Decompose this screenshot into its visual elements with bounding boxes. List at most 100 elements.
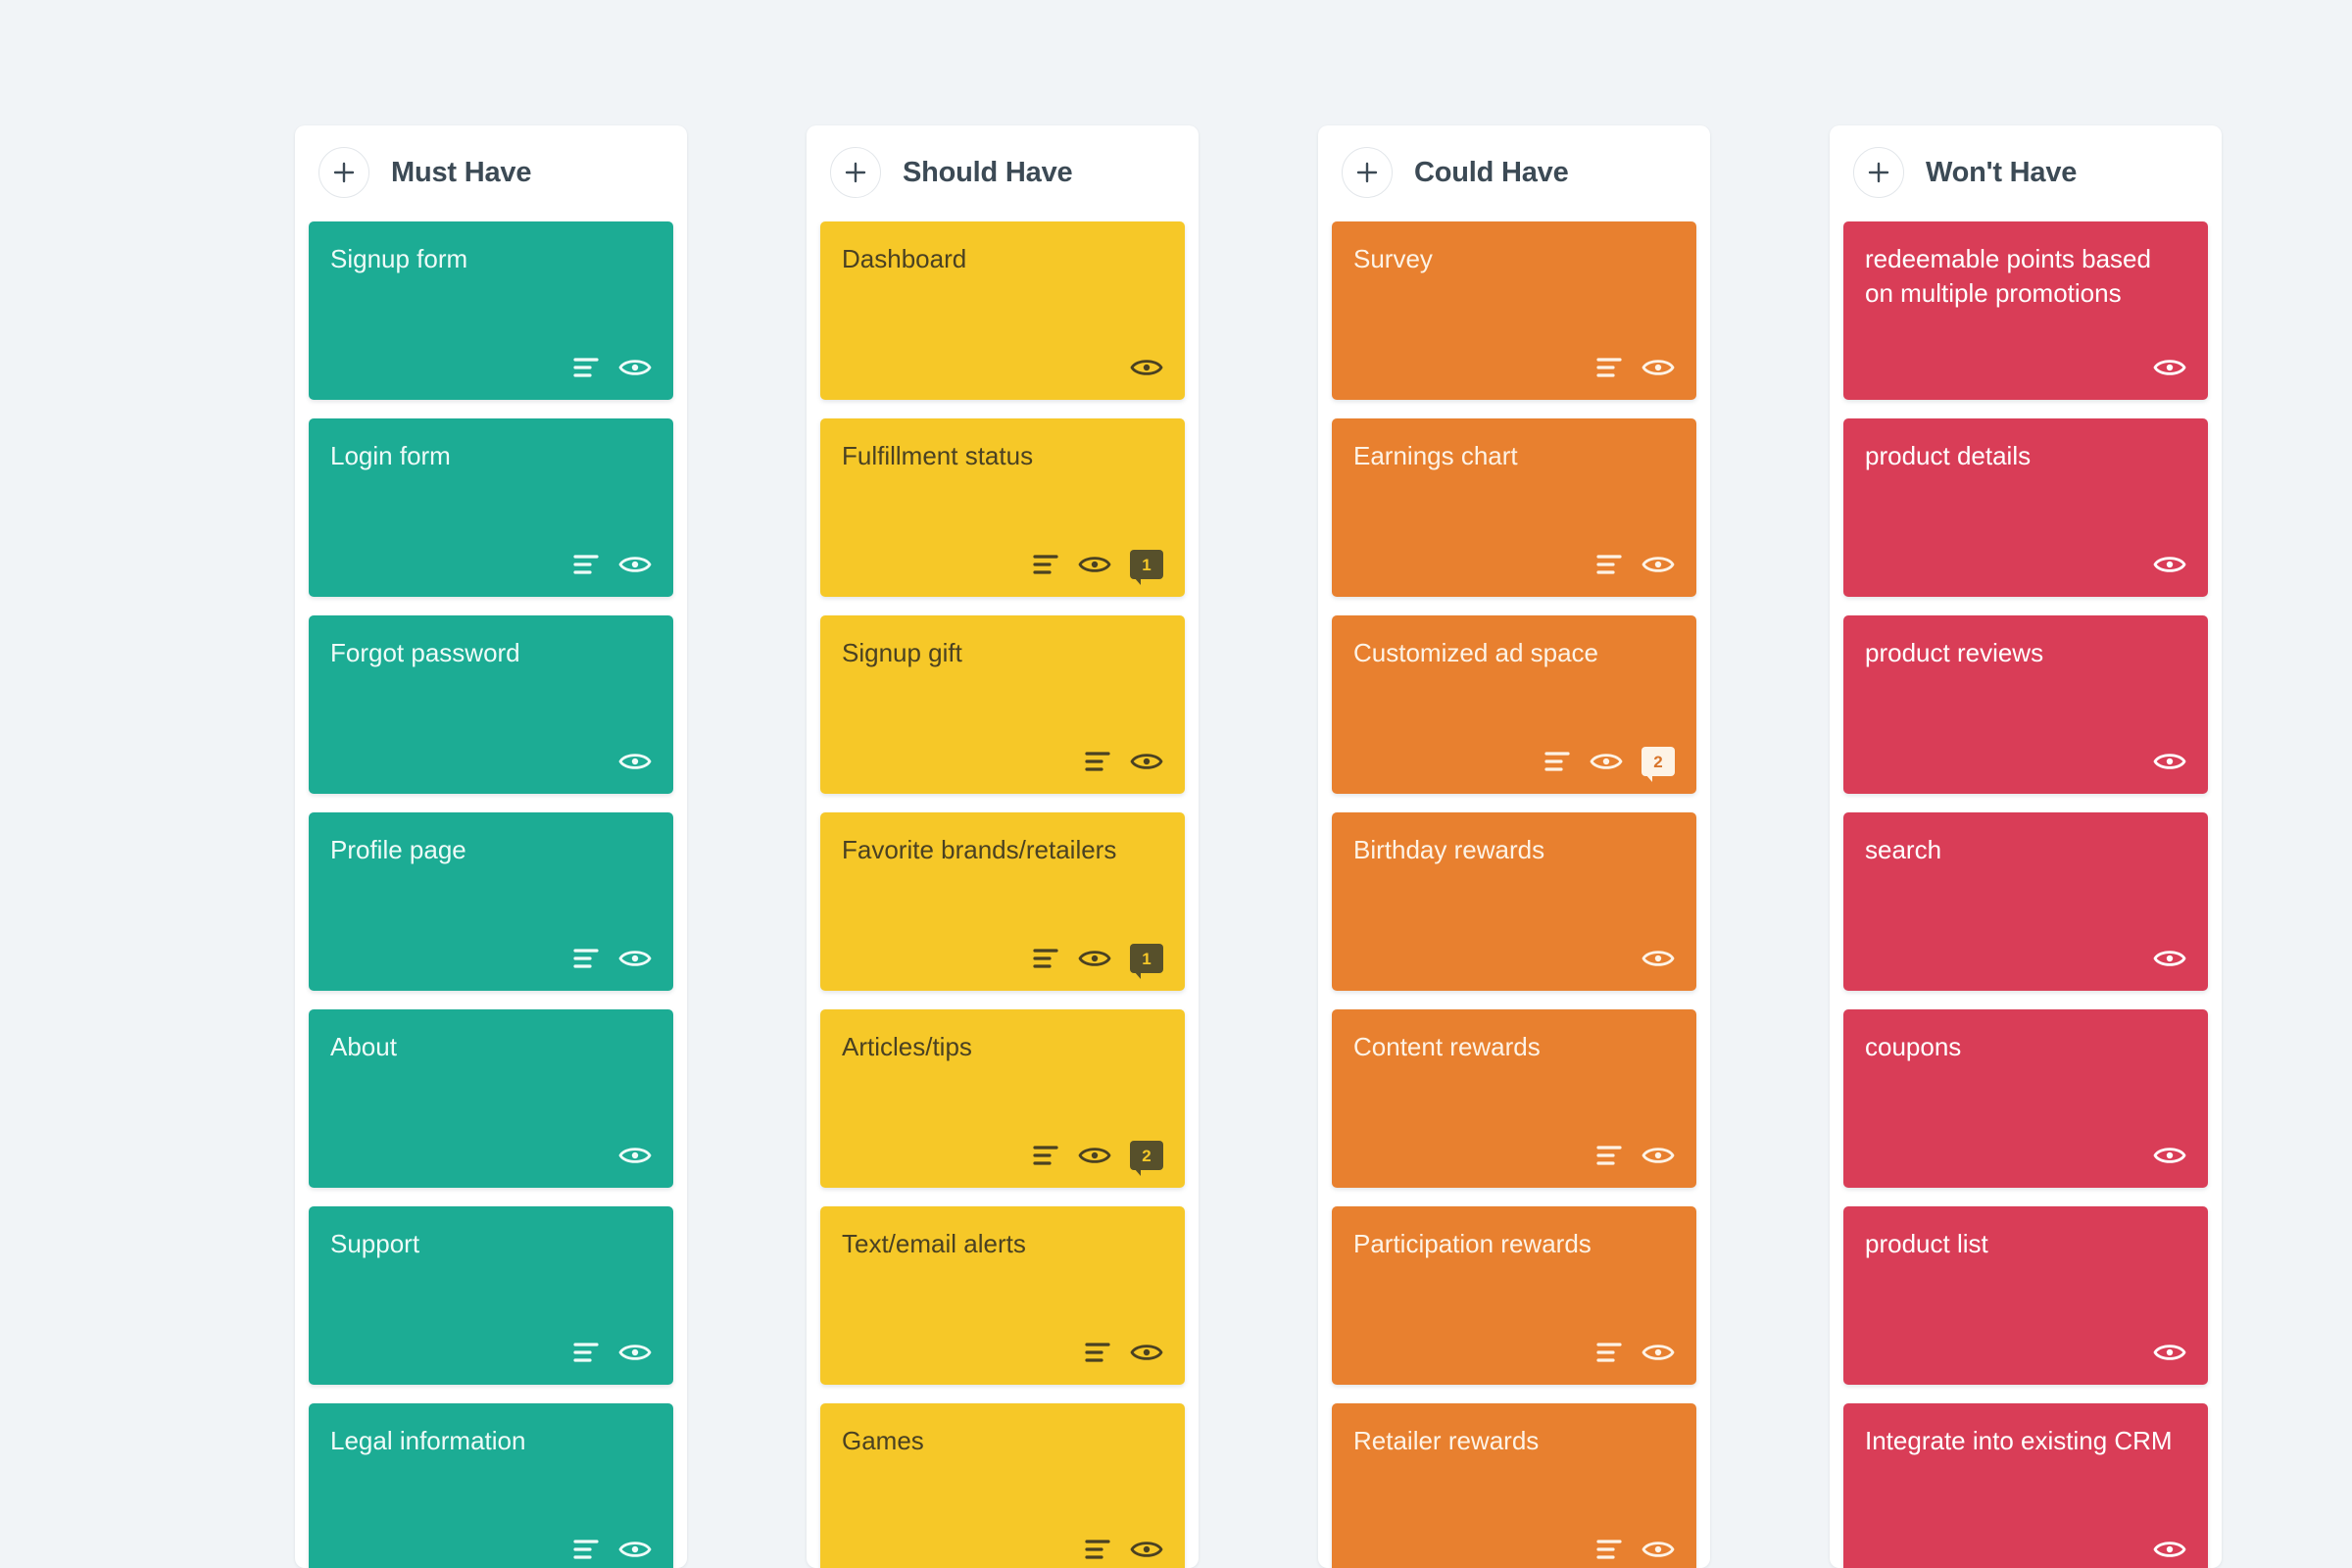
eye-icon[interactable] — [1642, 553, 1675, 576]
add-card-button[interactable] — [1342, 147, 1393, 198]
board-card[interactable]: Birthday rewards — [1332, 812, 1696, 991]
board-card[interactable]: Legal information — [309, 1403, 673, 1568]
eye-icon[interactable] — [2153, 553, 2186, 576]
description-lines-icon — [572, 357, 600, 378]
board-card[interactable]: Fulfillment status 1 — [820, 418, 1185, 597]
eye-icon[interactable] — [618, 1538, 652, 1561]
eye-icon-glyph — [1130, 360, 1163, 375]
board-card[interactable]: Dashboard — [820, 221, 1185, 400]
board-card[interactable]: redeemable points based on multiple prom… — [1843, 221, 2208, 400]
eye-icon[interactable] — [1590, 750, 1623, 773]
eye-icon[interactable] — [2153, 1144, 2186, 1167]
comment-badge-icon[interactable]: 1 — [1130, 944, 1163, 979]
eye-icon[interactable] — [618, 1144, 652, 1167]
comment-badge-icon[interactable]: 2 — [1642, 747, 1675, 782]
board-card[interactable]: Signup form — [309, 221, 673, 400]
add-card-button[interactable] — [830, 147, 881, 198]
eye-icon-glyph — [1130, 754, 1163, 769]
board-card[interactable]: Login form — [309, 418, 673, 597]
board-card[interactable]: Articles/tips 2 — [820, 1009, 1185, 1188]
board-column-won-t-have: Won't Have redeemable points based on mul… — [1830, 125, 2222, 1568]
card-icon-row — [330, 548, 652, 581]
eye-icon[interactable] — [1078, 947, 1111, 970]
description-lines-icon-glyph — [573, 358, 599, 377]
eye-icon-glyph — [2153, 557, 2186, 572]
card-title: Dashboard — [842, 244, 967, 273]
description-lines-icon — [1084, 1539, 1111, 1560]
eye-icon[interactable] — [618, 553, 652, 576]
eye-icon[interactable] — [1130, 1341, 1163, 1364]
eye-icon-glyph — [2153, 1542, 2186, 1557]
eye-icon-glyph — [2153, 951, 2186, 966]
board-card[interactable]: Participation rewards — [1332, 1206, 1696, 1385]
eye-icon[interactable] — [1078, 1144, 1111, 1167]
card-list: Dashboard Fulfillment status 1 Signup gift F… — [807, 221, 1199, 1568]
plus-icon-glyph — [845, 162, 866, 183]
board-card[interactable]: Content rewards — [1332, 1009, 1696, 1188]
eye-icon[interactable] — [2153, 750, 2186, 773]
board-card[interactable]: Customized ad space 2 — [1332, 615, 1696, 794]
eye-icon[interactable] — [1642, 1538, 1675, 1561]
card-icon-row — [1865, 1533, 2186, 1566]
board-card[interactable]: Profile page — [309, 812, 673, 991]
board-card[interactable]: Retailer rewards — [1332, 1403, 1696, 1568]
eye-icon[interactable] — [618, 947, 652, 970]
eye-icon[interactable] — [2153, 1538, 2186, 1561]
description-lines-icon-glyph — [573, 949, 599, 968]
card-icon-row — [842, 1336, 1163, 1369]
board-card[interactable]: Survey — [1332, 221, 1696, 400]
board-card[interactable]: search — [1843, 812, 2208, 991]
board-card[interactable]: Text/email alerts — [820, 1206, 1185, 1385]
card-title: Favorite brands/retailers — [842, 835, 1117, 864]
eye-icon[interactable] — [1642, 947, 1675, 970]
comment-badge-icon[interactable]: 1 — [1130, 550, 1163, 585]
card-title: redeemable points based on multiple prom… — [1865, 244, 2151, 308]
board-card[interactable]: Earnings chart — [1332, 418, 1696, 597]
card-icon-row — [1865, 1139, 2186, 1172]
eye-icon[interactable] — [1130, 1538, 1163, 1561]
plus-icon-glyph — [333, 162, 355, 183]
eye-icon[interactable] — [618, 356, 652, 379]
board-card[interactable]: About — [309, 1009, 673, 1188]
eye-icon[interactable] — [618, 1341, 652, 1364]
eye-icon[interactable] — [618, 750, 652, 773]
eye-icon[interactable] — [1078, 553, 1111, 576]
card-icon-row — [1353, 1336, 1675, 1369]
description-lines-icon-glyph — [1085, 1343, 1110, 1362]
description-lines-icon-glyph — [573, 1343, 599, 1362]
description-lines-icon — [1032, 948, 1059, 969]
column-header: Won't Have — [1830, 125, 2222, 221]
card-title: Text/email alerts — [842, 1229, 1026, 1258]
eye-icon[interactable] — [2153, 947, 2186, 970]
description-lines-icon — [1595, 1539, 1623, 1560]
eye-icon[interactable] — [2153, 1341, 2186, 1364]
column-slot: Must Have Signup form Login form Forgot pas… — [235, 125, 747, 1568]
card-title: Login form — [330, 441, 451, 470]
card-title: product reviews — [1865, 638, 2044, 667]
board-card[interactable]: Games — [820, 1403, 1185, 1568]
eye-icon-glyph — [618, 1148, 652, 1163]
card-icon-row: 1 — [842, 548, 1163, 585]
board-card[interactable]: Support — [309, 1206, 673, 1385]
eye-icon[interactable] — [1642, 356, 1675, 379]
eye-icon-glyph — [1130, 1345, 1163, 1360]
board-card[interactable]: Forgot password — [309, 615, 673, 794]
card-title: Earnings chart — [1353, 441, 1518, 470]
board-card[interactable]: Favorite brands/retailers 1 — [820, 812, 1185, 991]
eye-icon[interactable] — [1130, 750, 1163, 773]
board-card[interactable]: product details — [1843, 418, 2208, 597]
board-card[interactable]: coupons — [1843, 1009, 2208, 1188]
plus-icon-glyph — [1868, 162, 1889, 183]
board-card[interactable]: Integrate into existing CRM — [1843, 1403, 2208, 1568]
board-card[interactable]: product list — [1843, 1206, 2208, 1385]
eye-icon[interactable] — [2153, 356, 2186, 379]
eye-icon[interactable] — [1130, 356, 1163, 379]
board-card[interactable]: Signup gift — [820, 615, 1185, 794]
comment-badge-icon[interactable]: 2 — [1130, 1141, 1163, 1176]
eye-icon[interactable] — [1642, 1144, 1675, 1167]
add-card-button[interactable] — [1853, 147, 1904, 198]
board-card[interactable]: product reviews — [1843, 615, 2208, 794]
eye-icon[interactable] — [1642, 1341, 1675, 1364]
card-icon-row — [1353, 1533, 1675, 1566]
add-card-button[interactable] — [318, 147, 369, 198]
